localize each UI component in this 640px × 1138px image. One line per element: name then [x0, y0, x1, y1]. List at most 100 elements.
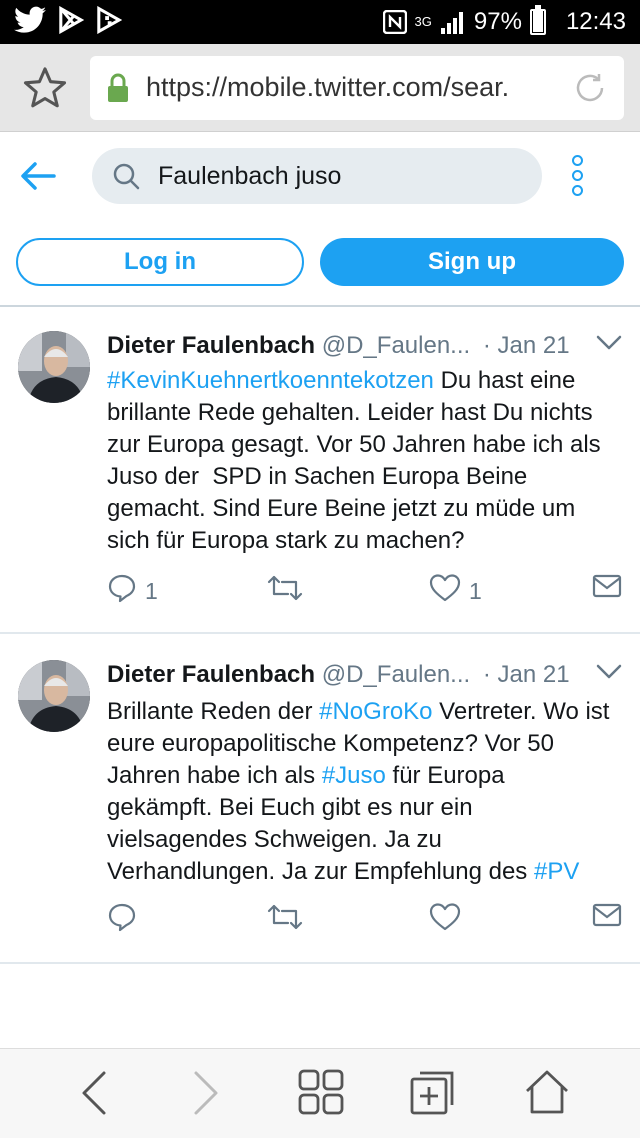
network-type: 3G	[414, 14, 432, 29]
retweet-icon	[267, 902, 303, 938]
clock: 12:43	[565, 8, 626, 35]
tweet-text-segment: Verhandlungen. Ja zur Empfehlung des	[107, 858, 534, 885]
search-input[interactable]	[158, 162, 518, 191]
direct-message-button[interactable]	[592, 902, 622, 934]
tweet-date[interactable]: · Jan 21	[483, 661, 570, 688]
tweet-text-segment: Juso der SPD in Sachen Europa Beine	[107, 463, 528, 490]
tweet-text-segment: brillante Rede gehalten. Leider hast Du …	[107, 399, 593, 426]
signup-button[interactable]: Sign up	[320, 238, 624, 286]
retweet-button[interactable]	[267, 902, 311, 938]
new-tab-icon[interactable]	[410, 1069, 456, 1120]
like-button[interactable]	[429, 902, 469, 938]
nfc-icon	[382, 10, 407, 34]
login-button[interactable]: Log in	[16, 238, 304, 286]
tweet-header: Dieter Faulenbach @D_Faulen... · Jan 21	[107, 661, 570, 689]
like-button[interactable]: 1	[429, 573, 482, 609]
tweet-text-line: vielsagendes Schweigen. Ja zu	[107, 824, 627, 856]
hashtag-link[interactable]: #Juso	[322, 762, 386, 789]
heart-icon	[429, 573, 461, 609]
tabs-grid-icon[interactable]	[298, 1069, 344, 1120]
tweet[interactable]: Dieter Faulenbach @D_Faulen... · Jan 21 …	[0, 309, 640, 634]
retweet-button[interactable]	[267, 573, 311, 609]
tweet-text-line: zur Europa gesagt. Vor 50 Jahren habe ic…	[107, 429, 627, 461]
tweet-text-segment: zur Europa gesagt. Vor 50 Jahren habe ic…	[107, 431, 601, 458]
address-bar[interactable]: https://mobile.twitter.com/sear.	[90, 56, 624, 120]
reply-count: 1	[145, 577, 158, 604]
battery-percent: 97%	[473, 8, 522, 35]
star-icon[interactable]	[22, 66, 68, 115]
envelope-icon	[592, 573, 622, 605]
home-icon[interactable]	[524, 1069, 570, 1120]
lock-icon	[106, 73, 130, 108]
direct-message-button[interactable]	[592, 573, 622, 605]
battery-icon	[529, 5, 546, 35]
search-header	[0, 133, 640, 223]
tweet-header: Dieter Faulenbach @D_Faulen... · Jan 21	[107, 332, 570, 360]
battery-level	[532, 10, 543, 32]
chevron-down-icon[interactable]	[596, 335, 622, 356]
reload-icon[interactable]	[572, 70, 608, 111]
reply-icon	[107, 902, 137, 938]
tweet-text-segment: Vertreter. Wo ist	[432, 698, 610, 725]
tweet-text-line: Verhandlungen. Ja zur Empfehlung des #PV	[107, 856, 627, 888]
reply-icon	[107, 573, 137, 609]
tweet-text: #KevinKuehnertkoenntekotzen Du hast eine…	[107, 365, 627, 557]
tweet-text: Brillante Reden der #NoGroKo Vertreter. …	[107, 696, 627, 888]
forward-icon[interactable]	[192, 1069, 222, 1122]
envelope-icon	[592, 902, 622, 934]
tweet-text-segment: gemacht. Sind Eure Beine jetzt zu müde u…	[107, 495, 576, 522]
browser-bottom-nav	[0, 1048, 640, 1138]
tweet-text-segment: vielsagendes Schweigen. Ja zu	[107, 826, 442, 853]
play-games-icon	[96, 6, 122, 34]
system-status: 3G 97% 12:43	[382, 0, 626, 44]
tweet-text-line: eure europapolitische Kompetenz? Vor 50	[107, 728, 627, 760]
hashtag-link[interactable]: #PV	[534, 858, 579, 885]
tweet-text-segment: eure europapolitische Kompetenz? Vor 50	[107, 730, 554, 757]
author-handle[interactable]: @D_Faulen...	[322, 661, 470, 688]
reply-button[interactable]: 1	[107, 573, 158, 609]
like-count: 1	[469, 577, 482, 604]
author-handle[interactable]: @D_Faulen...	[322, 332, 470, 359]
tweet-text-segment: für Europa	[385, 762, 505, 789]
status-bar: 3G 97% 12:43	[0, 0, 640, 44]
tweet-text-segment: Brillante Reden der	[107, 698, 320, 725]
tweet-text-segment: Du hast eine	[433, 367, 576, 394]
tweet-text-line: gemacht. Sind Eure Beine jetzt zu müde u…	[107, 493, 627, 525]
chevron-down-icon[interactable]	[596, 664, 622, 685]
tweet-text-line: sich für Europa stark zu machen?	[107, 525, 627, 557]
author-name[interactable]: Dieter Faulenbach	[107, 661, 315, 688]
browser-toolbar: https://mobile.twitter.com/sear.	[0, 44, 640, 132]
back-arrow-icon[interactable]	[20, 161, 56, 196]
tweet-date[interactable]: · Jan 21	[483, 332, 570, 359]
avatar[interactable]	[18, 660, 90, 732]
twitter-icon	[14, 6, 46, 34]
url-text[interactable]: https://mobile.twitter.com/sear.	[146, 72, 566, 103]
reply-button[interactable]	[107, 902, 145, 938]
tweet-text-line: #KevinKuehnertkoenntekotzen Du hast eine	[107, 365, 627, 397]
tweet-text-segment: sich für Europa stark zu machen?	[107, 527, 465, 554]
hashtag-link[interactable]: #KevinKuehnertkoenntekotzen	[107, 367, 434, 394]
tweet-text-line: Juso der SPD in Sachen Europa Beine	[107, 461, 627, 493]
tweet-text-segment: gekämpft. Bei Euch gibt es nur ein	[107, 794, 473, 821]
notification-icons	[14, 6, 122, 34]
tweet-actions	[107, 902, 627, 938]
play-store-icon	[58, 6, 84, 34]
back-icon[interactable]	[78, 1069, 108, 1122]
auth-bar: Log in Sign up	[0, 223, 640, 307]
tweet[interactable]: Dieter Faulenbach @D_Faulen... · Jan 21 …	[0, 634, 640, 964]
tweet-text-line: Jahren habe ich als #Juso für Europa	[107, 760, 627, 792]
tweet-text-line: gekämpft. Bei Euch gibt es nur ein	[107, 792, 627, 824]
tweet-text-line: brillante Rede gehalten. Leider hast Du …	[107, 397, 627, 429]
more-options-icon[interactable]	[572, 155, 583, 196]
avatar[interactable]	[18, 331, 90, 403]
hashtag-link[interactable]: #NoGroKo	[319, 698, 432, 725]
search-icon	[112, 162, 140, 195]
retweet-icon	[267, 573, 303, 609]
author-name[interactable]: Dieter Faulenbach	[107, 332, 315, 359]
tweet-actions: 1 1	[107, 573, 627, 609]
signal-icon	[440, 10, 466, 34]
tweet-text-line: Brillante Reden der #NoGroKo Vertreter. …	[107, 696, 627, 728]
tweet-text-segment: Jahren habe ich als	[107, 762, 322, 789]
search-box[interactable]	[92, 148, 542, 204]
heart-icon	[429, 902, 461, 938]
